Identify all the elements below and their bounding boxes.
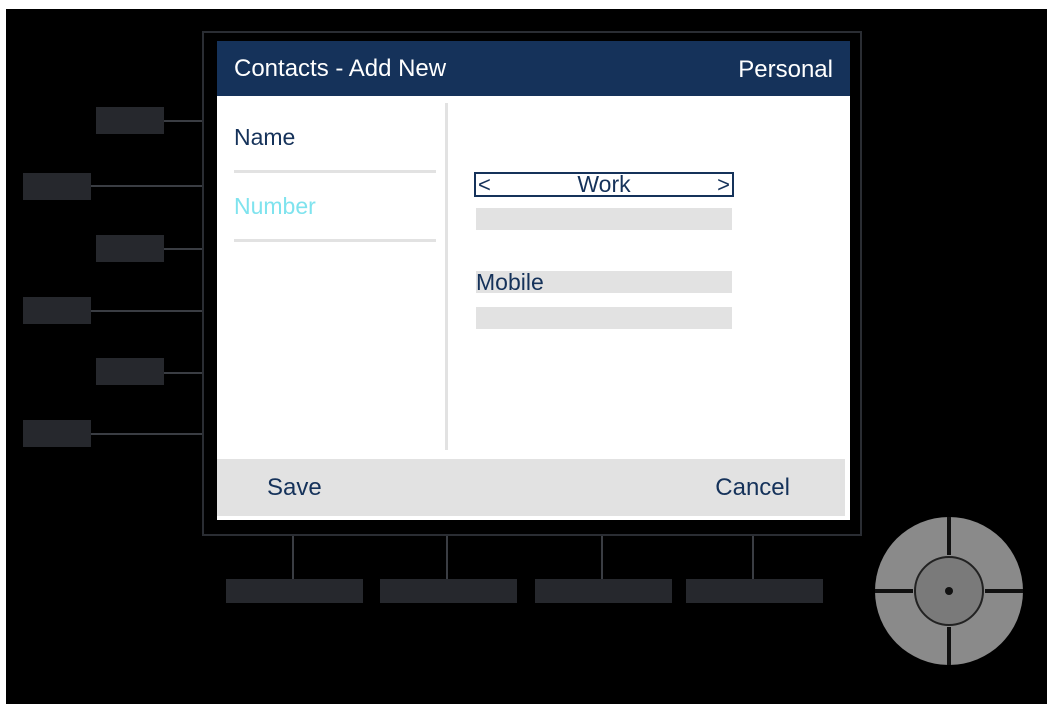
mobile-type-field[interactable]: Mobile xyxy=(476,269,732,295)
prev-type-arrow[interactable]: < xyxy=(478,173,491,196)
nav-up-tick[interactable] xyxy=(947,517,951,555)
field-number[interactable]: Number xyxy=(234,193,316,220)
next-type-arrow[interactable]: > xyxy=(717,173,730,196)
nav-left-tick[interactable] xyxy=(875,589,913,593)
cancel-softkey[interactable]: Cancel xyxy=(715,474,790,502)
line-key-1[interactable] xyxy=(96,107,164,134)
field-name[interactable]: Name xyxy=(234,124,295,151)
title-bar: Contacts - Add New Personal xyxy=(217,41,850,96)
softkey-4-connector xyxy=(752,536,754,579)
page-title: Contacts - Add New xyxy=(234,55,447,82)
softkey-button-3[interactable] xyxy=(535,579,672,603)
line-key-1-connector xyxy=(164,120,202,122)
line-key-2-connector xyxy=(91,185,202,187)
nav-center-dot-icon xyxy=(945,587,953,595)
softkey-button-2[interactable] xyxy=(380,579,517,603)
save-softkey[interactable]: Save xyxy=(267,474,322,502)
softkey-button-1[interactable] xyxy=(226,579,363,603)
line-key-6-connector xyxy=(91,433,202,435)
pane-divider xyxy=(445,103,448,450)
phone-screen: Contacts - Add New Personal Name Number … xyxy=(217,41,850,520)
softkey-bar: Save Cancel xyxy=(217,459,845,516)
line-key-5-connector xyxy=(164,372,202,374)
line-key-4[interactable] xyxy=(23,297,91,324)
line-key-4-connector xyxy=(91,310,202,312)
line-key-2[interactable] xyxy=(23,173,91,200)
nav-down-tick[interactable] xyxy=(947,627,951,665)
mobile-number-input[interactable] xyxy=(476,307,732,329)
softkey-1-connector xyxy=(292,536,294,579)
number-type-value: Work xyxy=(577,171,631,197)
softkey-2-connector xyxy=(446,536,448,579)
line-key-5[interactable] xyxy=(96,358,164,385)
line-key-3[interactable] xyxy=(96,235,164,262)
field-divider xyxy=(234,239,436,242)
mobile-type-label: Mobile xyxy=(476,269,544,295)
line-key-6[interactable] xyxy=(23,420,91,447)
field-divider xyxy=(234,170,436,173)
nav-right-tick[interactable] xyxy=(985,589,1023,593)
work-number-input[interactable] xyxy=(476,208,732,230)
number-type-selector[interactable]: < Work > xyxy=(474,171,734,197)
softkey-3-connector xyxy=(601,536,603,579)
softkey-button-4[interactable] xyxy=(686,579,823,603)
contact-mode-label: Personal xyxy=(738,56,833,83)
navigation-pad-icon[interactable] xyxy=(875,517,1023,665)
line-key-3-connector xyxy=(164,248,202,250)
